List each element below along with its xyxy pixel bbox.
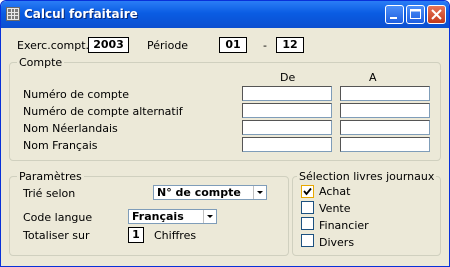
checkbox-label: Divers <box>319 236 355 249</box>
exerc-field[interactable]: 2003 <box>88 37 129 53</box>
checkbox-label: Financier <box>319 219 369 232</box>
selection-group: Sélection livres journaux <box>292 170 441 256</box>
checkbox-box[interactable] <box>301 217 314 230</box>
checkbox-label: Vente <box>319 202 351 215</box>
numero-alternatif-a-input[interactable] <box>340 103 430 118</box>
nom-neerlandais-de-input[interactable] <box>242 120 332 135</box>
col-a-header: A <box>369 71 377 84</box>
checkbox-box[interactable] <box>301 185 314 198</box>
trie-label: Trié selon <box>23 187 76 200</box>
numero-alternatif-de-input[interactable] <box>242 103 332 118</box>
trie-select[interactable]: N° de compte <box>153 185 267 200</box>
checkbox-box[interactable] <box>301 201 314 214</box>
checkbox-box[interactable] <box>301 234 314 247</box>
compte-legend: Compte <box>17 56 65 69</box>
col-de-header: De <box>280 71 296 84</box>
totaliser-label: Totaliser sur <box>23 229 90 242</box>
chevron-down-icon[interactable] <box>253 186 266 199</box>
parametres-legend: Paramètres <box>17 170 84 183</box>
exerc-label: Exerc.compt. <box>17 39 89 52</box>
chiffres-label: Chiffres <box>154 229 197 242</box>
chevron-down-icon[interactable] <box>203 210 216 223</box>
row-label: Numéro de compte <box>23 88 129 101</box>
selection-legend: Sélection livres journaux <box>297 170 437 183</box>
totaliser-field[interactable]: 1 <box>128 227 144 243</box>
langue-value: Français <box>132 210 184 223</box>
nom-francais-a-input[interactable] <box>340 137 430 152</box>
periode-to-field[interactable]: 12 <box>276 37 304 53</box>
numero-compte-de-input[interactable] <box>242 86 332 101</box>
row-label: Nom Français <box>23 139 98 152</box>
periode-separator: - <box>263 39 267 52</box>
close-button[interactable] <box>427 5 446 24</box>
trie-value: N° de compte <box>157 186 241 199</box>
nom-neerlandais-a-input[interactable] <box>340 120 430 135</box>
row-label: Numéro de compte alternatif <box>23 105 183 118</box>
row-label: Nom Néerlandais <box>23 122 118 135</box>
title-bar[interactable]: Calcul forfaitaire <box>1 1 449 28</box>
dialog-window: Calcul forfaitaire Exerc.compt. 2003 Pér… <box>0 0 450 267</box>
app-grid-icon <box>6 7 20 21</box>
numero-compte-a-input[interactable] <box>340 86 430 101</box>
periode-from-field[interactable]: 01 <box>219 37 247 53</box>
window-title: Calcul forfaitaire <box>24 7 138 21</box>
minimize-button[interactable] <box>385 5 404 24</box>
maximize-button[interactable] <box>406 5 425 24</box>
langue-select[interactable]: Français <box>128 209 217 224</box>
nom-francais-de-input[interactable] <box>242 137 332 152</box>
checkbox-label: Achat <box>319 185 351 198</box>
periode-label: Période <box>147 39 189 52</box>
langue-label: Code langue <box>23 211 93 224</box>
